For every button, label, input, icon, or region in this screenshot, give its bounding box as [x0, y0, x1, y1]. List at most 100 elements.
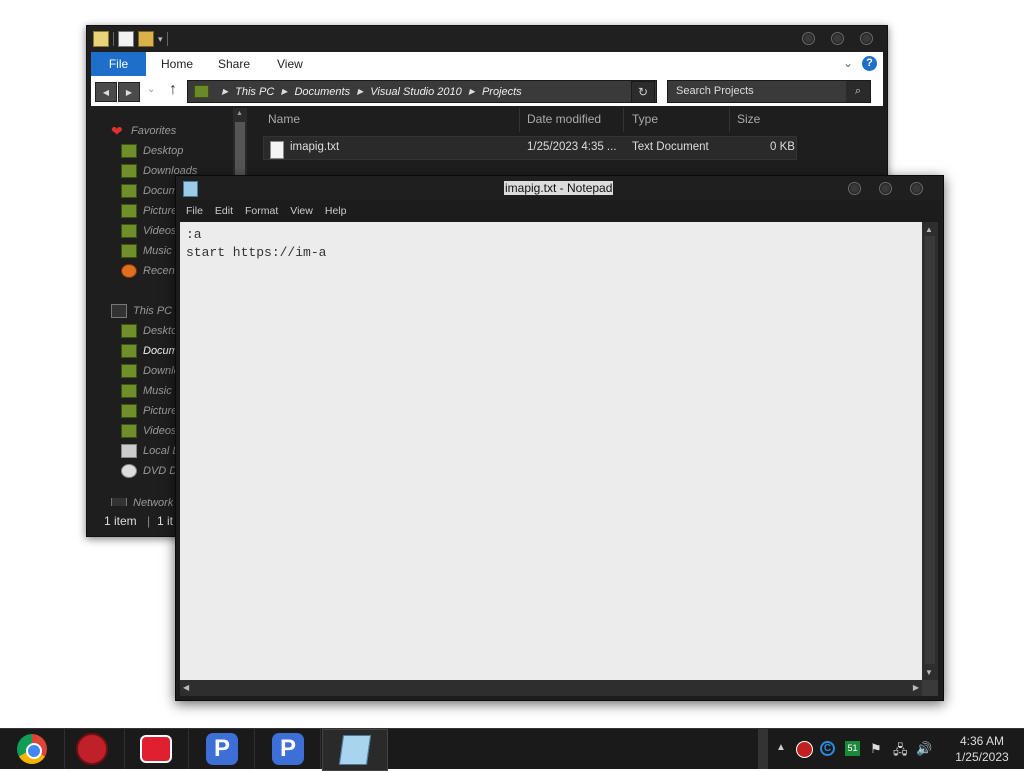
- breadcrumb-separator-icon[interactable]: ▶: [222, 87, 228, 96]
- notepad-icon[interactable]: [183, 181, 198, 197]
- nav-item-local-disk[interactable]: Local D: [121, 442, 180, 460]
- taskbar-app-red-gear[interactable]: [60, 729, 125, 769]
- p-app-icon: P: [272, 733, 304, 765]
- breadcrumb-projects[interactable]: Projects: [482, 86, 522, 98]
- tab-home[interactable]: Home: [161, 52, 193, 76]
- address-bar[interactable]: ▶ This PC ▶ Documents ▶ Visual Studio 20…: [187, 80, 657, 103]
- column-header-name[interactable]: Name: [268, 112, 300, 126]
- scrollbar-thumb[interactable]: [235, 122, 245, 182]
- menu-edit[interactable]: Edit: [215, 205, 233, 217]
- scroll-down-arrow-icon[interactable]: ▼: [925, 668, 933, 677]
- nav-item-desktop[interactable]: Desktop: [121, 142, 183, 160]
- column-header-size[interactable]: Size: [737, 112, 760, 126]
- nav-item-documents[interactable]: Docum: [121, 182, 178, 200]
- nav-item-pc-desktop[interactable]: Deskto: [121, 322, 177, 340]
- minimize-button[interactable]: [802, 32, 815, 45]
- menu-format[interactable]: Format: [245, 205, 278, 217]
- nav-item-pictures[interactable]: Picture: [121, 202, 177, 220]
- taskbar-divider[interactable]: [758, 729, 768, 769]
- breadcrumb-visual-studio[interactable]: Visual Studio 2010: [370, 86, 462, 98]
- scroll-up-arrow-icon[interactable]: ▲: [236, 110, 243, 117]
- tab-file[interactable]: File: [91, 52, 146, 76]
- column-divider[interactable]: [519, 108, 520, 132]
- nav-item-videos[interactable]: Videos: [121, 222, 176, 240]
- breadcrumb-separator-icon[interactable]: ▶: [281, 87, 287, 96]
- forward-button[interactable]: ▶: [118, 82, 140, 102]
- nav-item-pc-videos[interactable]: Videos: [121, 422, 176, 440]
- file-row[interactable]: imapig.txt 1/25/2023 4:35 ... Text Docum…: [263, 136, 797, 160]
- customize-toolbar-chevron-icon[interactable]: ▾: [158, 34, 163, 45]
- taskbar-app-p-1[interactable]: P: [190, 729, 255, 769]
- menu-help[interactable]: Help: [325, 205, 347, 217]
- nav-label: Docum: [143, 185, 178, 197]
- scroll-left-arrow-icon[interactable]: ◀: [183, 683, 189, 692]
- minimize-button[interactable]: [848, 182, 861, 195]
- menu-view[interactable]: View: [290, 205, 313, 217]
- nav-item-pc-music[interactable]: Music: [121, 382, 172, 400]
- horizontal-scrollbar[interactable]: ◀ ▶: [180, 680, 922, 696]
- nav-favorites-header[interactable]: ❤ Favorites: [111, 122, 176, 140]
- notepad-window-controls: [848, 182, 923, 195]
- desktop-folder-icon: [121, 324, 137, 338]
- nav-item-music[interactable]: Music: [121, 242, 172, 260]
- properties-icon[interactable]: [118, 31, 134, 47]
- tab-view[interactable]: View: [277, 52, 303, 76]
- notepad-titlebar[interactable]: imapig.txt - Notepad: [176, 176, 943, 200]
- flag-icon[interactable]: ⚑: [870, 741, 885, 756]
- network-icon[interactable]: 🖧: [893, 741, 908, 757]
- file-name: imapig.txt: [290, 141, 340, 153]
- scroll-right-arrow-icon[interactable]: ▶: [913, 683, 919, 692]
- maximize-button[interactable]: [831, 32, 844, 45]
- nav-label: Downlc: [143, 365, 180, 377]
- refresh-button[interactable]: ↻: [631, 81, 655, 103]
- breadcrumb-this-pc[interactable]: This PC: [235, 86, 274, 98]
- taskbar-app-chrome[interactable]: [0, 729, 65, 769]
- close-button[interactable]: [910, 182, 923, 195]
- green-badge-tray-icon[interactable]: 51: [845, 741, 860, 756]
- search-input[interactable]: Search Projects ⌕: [667, 80, 871, 103]
- maximize-button[interactable]: [879, 182, 892, 195]
- tab-share[interactable]: Share: [218, 52, 250, 76]
- new-folder-icon[interactable]: [138, 31, 154, 47]
- vertical-scrollbar[interactable]: ▲ ▼: [922, 222, 938, 680]
- system-clock[interactable]: 4:36 AM 1/25/2023: [944, 733, 1020, 765]
- volume-icon[interactable]: 🔊: [916, 741, 932, 756]
- resize-grip-icon[interactable]: [922, 680, 938, 696]
- breadcrumb-separator-icon[interactable]: ▶: [357, 87, 363, 96]
- nav-network-header[interactable]: Network: [111, 498, 173, 506]
- up-arrow-icon[interactable]: ↑: [169, 81, 177, 99]
- column-divider[interactable]: [729, 108, 730, 132]
- column-header-type[interactable]: Type: [632, 112, 658, 126]
- copyright-c-tray-icon[interactable]: C: [820, 741, 835, 756]
- help-icon[interactable]: ?: [862, 56, 877, 71]
- nav-label: Music: [143, 245, 172, 257]
- nav-item-pc-pictures[interactable]: Picture: [121, 402, 177, 420]
- nav-item-pc-documents[interactable]: Docum: [121, 342, 178, 360]
- scroll-up-arrow-icon[interactable]: ▲: [925, 225, 933, 234]
- nav-label: Videos: [143, 225, 177, 237]
- nav-label: This PC: [133, 305, 173, 317]
- show-hidden-icons-chevron-icon[interactable]: ▲: [776, 742, 786, 753]
- scrollbar-thumb[interactable]: [925, 236, 935, 664]
- column-divider[interactable]: [623, 108, 624, 132]
- recent-locations-chevron-icon[interactable]: ⌄: [147, 84, 155, 95]
- taskbar-app-p-2[interactable]: P: [256, 729, 321, 769]
- column-header-date-modified[interactable]: Date modified: [527, 112, 601, 126]
- taskbar-app-screen-recorder[interactable]: [124, 729, 189, 769]
- nav-this-pc-header[interactable]: This PC: [111, 302, 172, 320]
- expand-ribbon-chevron-icon[interactable]: ⌄: [843, 56, 853, 70]
- breadcrumb-documents[interactable]: Documents: [294, 86, 350, 98]
- text-editor-area[interactable]: :a start https://im-a: [180, 222, 922, 680]
- close-button[interactable]: [860, 32, 873, 45]
- search-icon[interactable]: ⌕: [846, 81, 870, 102]
- breadcrumb-separator-icon[interactable]: ▶: [469, 87, 475, 96]
- taskbar-app-notepad[interactable]: [322, 729, 388, 771]
- menu-file[interactable]: File: [186, 205, 203, 217]
- back-button[interactable]: ◀: [95, 82, 117, 102]
- nav-item-recent[interactable]: Recent: [121, 262, 178, 280]
- explorer-titlebar[interactable]: ▾: [87, 26, 887, 52]
- nav-item-dvd-drive[interactable]: DVD D: [121, 462, 177, 480]
- nav-item-pc-downloads[interactable]: Downlc: [121, 362, 179, 380]
- toolbar-divider: [113, 32, 114, 46]
- red-gear-tray-icon[interactable]: [796, 741, 813, 758]
